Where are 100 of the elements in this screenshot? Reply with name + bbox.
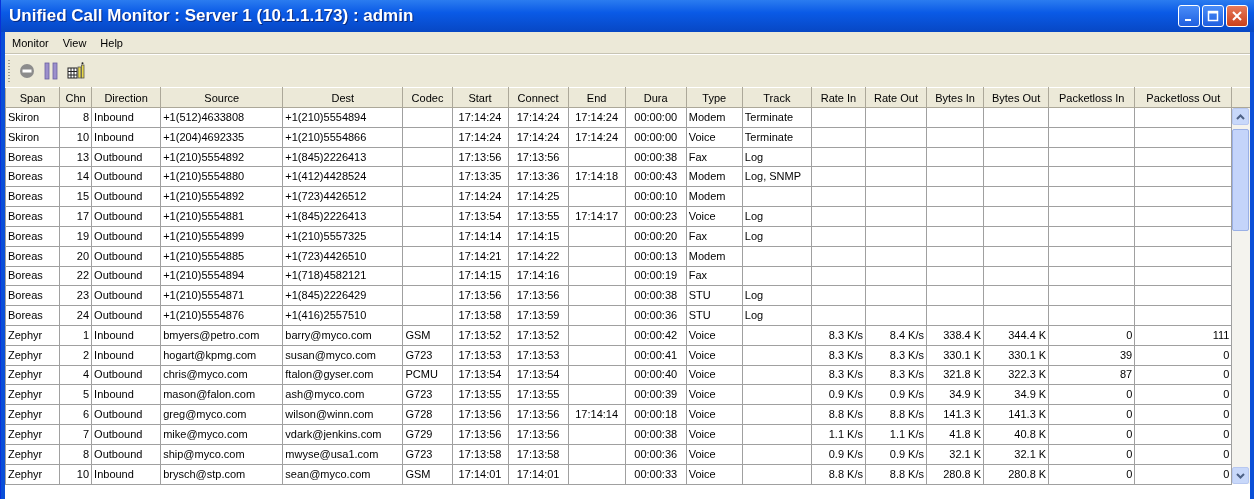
scroll-up-button[interactable] <box>1232 108 1250 125</box>
table-cell: 00:00:36 <box>634 447 678 460</box>
table-cell: 14 <box>76 170 90 183</box>
table-cell: GSM <box>405 328 431 341</box>
table-cell: Zephyr <box>8 408 43 421</box>
table-cell: +1(210)5554881 <box>163 209 245 222</box>
table-cell: ftalon@gyser.com <box>285 368 374 381</box>
column-header[interactable]: Bytes Out <box>983 87 1049 108</box>
column-header[interactable]: Codec <box>402 87 452 108</box>
minimize-button[interactable] <box>1178 5 1200 27</box>
column-header[interactable]: Dest <box>282 87 403 108</box>
table-cell: 00:00:40 <box>634 368 678 381</box>
table-cell: 0 <box>1223 427 1230 440</box>
table-cell: 280.8 K <box>1008 467 1047 480</box>
table-cell: Voice <box>688 209 716 222</box>
table-cell: 0.9 K/s <box>828 388 863 401</box>
column-header[interactable]: Track <box>742 87 812 108</box>
table-cell: 8.3 K/s <box>889 368 924 381</box>
stop-button[interactable] <box>19 63 35 79</box>
table-cell: +1(718)4582121 <box>285 269 367 282</box>
table-cell: mason@falon.com <box>163 388 256 401</box>
table-cell: 8.3 K/s <box>889 348 924 361</box>
columns-button[interactable] <box>67 62 85 80</box>
table-cell: 00:00:38 <box>634 289 678 302</box>
table-cell: 00:00:33 <box>634 467 678 480</box>
table-cell: 00:00:38 <box>634 150 678 163</box>
menu-item[interactable]: Help <box>100 36 123 49</box>
table-cell: vdark@jenkins.com <box>285 427 382 440</box>
table-cell: 8.8 K/s <box>828 467 863 480</box>
column-header[interactable]: Rate Out <box>865 87 927 108</box>
close-button[interactable] <box>1226 5 1248 27</box>
column-header[interactable]: Packetloss Out <box>1134 87 1232 108</box>
table-cell: 24 <box>76 309 90 322</box>
table-cell: 17:14:14 <box>458 229 502 242</box>
scroll-thumb[interactable] <box>1232 129 1250 231</box>
table-cell: 19 <box>76 229 90 242</box>
column-header[interactable]: Type <box>686 87 743 108</box>
table-cell: 0.9 K/s <box>889 388 924 401</box>
minimize-icon <box>1184 19 1191 21</box>
column-header[interactable]: Chn <box>59 87 92 108</box>
table-cell: Boreas <box>8 150 43 163</box>
column-header[interactable]: Source <box>160 87 283 108</box>
table-cell: 17:13:53 <box>458 348 502 361</box>
table-cell: Outbound <box>94 170 143 183</box>
table-cell: 00:00:18 <box>634 408 678 421</box>
table-cell: wilson@winn.com <box>285 408 374 421</box>
column-header[interactable]: End <box>568 87 626 108</box>
table-cell: mike@myco.com <box>163 427 248 440</box>
table-cell: 17:14:18 <box>575 170 619 183</box>
table-cell: 8.3 K/s <box>828 368 863 381</box>
table-cell: +1(210)5554892 <box>163 150 245 163</box>
table-cell: Outbound <box>94 229 143 242</box>
menu-item[interactable]: Monitor <box>12 36 49 49</box>
table-cell: 8.4 K/s <box>889 328 924 341</box>
table-cell: 40.8 K <box>1014 427 1047 440</box>
table-cell: 17:14:24 <box>575 110 619 123</box>
table-cell: Outbound <box>94 368 143 381</box>
vertical-scrollbar[interactable] <box>1232 108 1250 484</box>
table-cell: Log <box>744 150 764 163</box>
table-cell: Outbound <box>94 150 143 163</box>
maximize-button[interactable] <box>1202 5 1224 27</box>
table-cell: barry@myco.com <box>285 328 372 341</box>
column-header[interactable]: Span <box>5 87 60 108</box>
table-cell: 321.8 K <box>943 368 982 381</box>
table-cell: 2 <box>82 348 90 361</box>
table-cell: 17:13:54 <box>458 368 502 381</box>
column-header[interactable]: Connect <box>508 87 569 108</box>
table-cell: +1(210)5554894 <box>163 269 245 282</box>
table-cell: 8.3 K/s <box>828 348 863 361</box>
table-cell: 17:14:24 <box>458 110 502 123</box>
close-icon <box>1231 10 1243 22</box>
table-cell: 00:00:23 <box>634 209 678 222</box>
table-cell: Boreas <box>8 170 43 183</box>
column-header[interactable]: Packetloss In <box>1048 87 1135 108</box>
menu-item[interactable]: View <box>62 36 87 49</box>
table-cell: 17:14:25 <box>516 190 560 203</box>
column-header[interactable]: Direction <box>91 87 161 108</box>
table-cell: +1(210)5554894 <box>285 110 367 123</box>
table-cell: 17:14:21 <box>458 249 502 262</box>
table-cell: 17:13:58 <box>458 447 502 460</box>
table-cell: 00:00:39 <box>634 388 678 401</box>
table-cell: +1(210)5557325 <box>285 229 367 242</box>
table-cell: 17:14:24 <box>458 130 502 143</box>
table-cell: ship@myco.com <box>163 447 245 460</box>
table-cell: Zephyr <box>8 388 43 401</box>
table-cell: 17:13:56 <box>516 427 560 440</box>
table-cell: Outbound <box>94 249 143 262</box>
table-cell: 17:14:24 <box>516 110 560 123</box>
column-header[interactable]: Dura <box>625 87 687 108</box>
pause-button[interactable] <box>43 62 59 80</box>
column-header[interactable]: Start <box>452 87 509 108</box>
table-cell: Fax <box>688 229 708 242</box>
column-header[interactable]: Rate In <box>811 87 866 108</box>
table-cell: 00:00:36 <box>634 309 678 322</box>
table-cell: 00:00:43 <box>634 170 678 183</box>
column-header[interactable]: Bytes In <box>926 87 984 108</box>
table-cell: +1(210)5554871 <box>163 289 245 302</box>
table-cell: Inbound <box>94 467 134 480</box>
table-cell: hogart@kpmg.com <box>163 348 257 361</box>
scroll-down-button[interactable] <box>1232 467 1250 484</box>
